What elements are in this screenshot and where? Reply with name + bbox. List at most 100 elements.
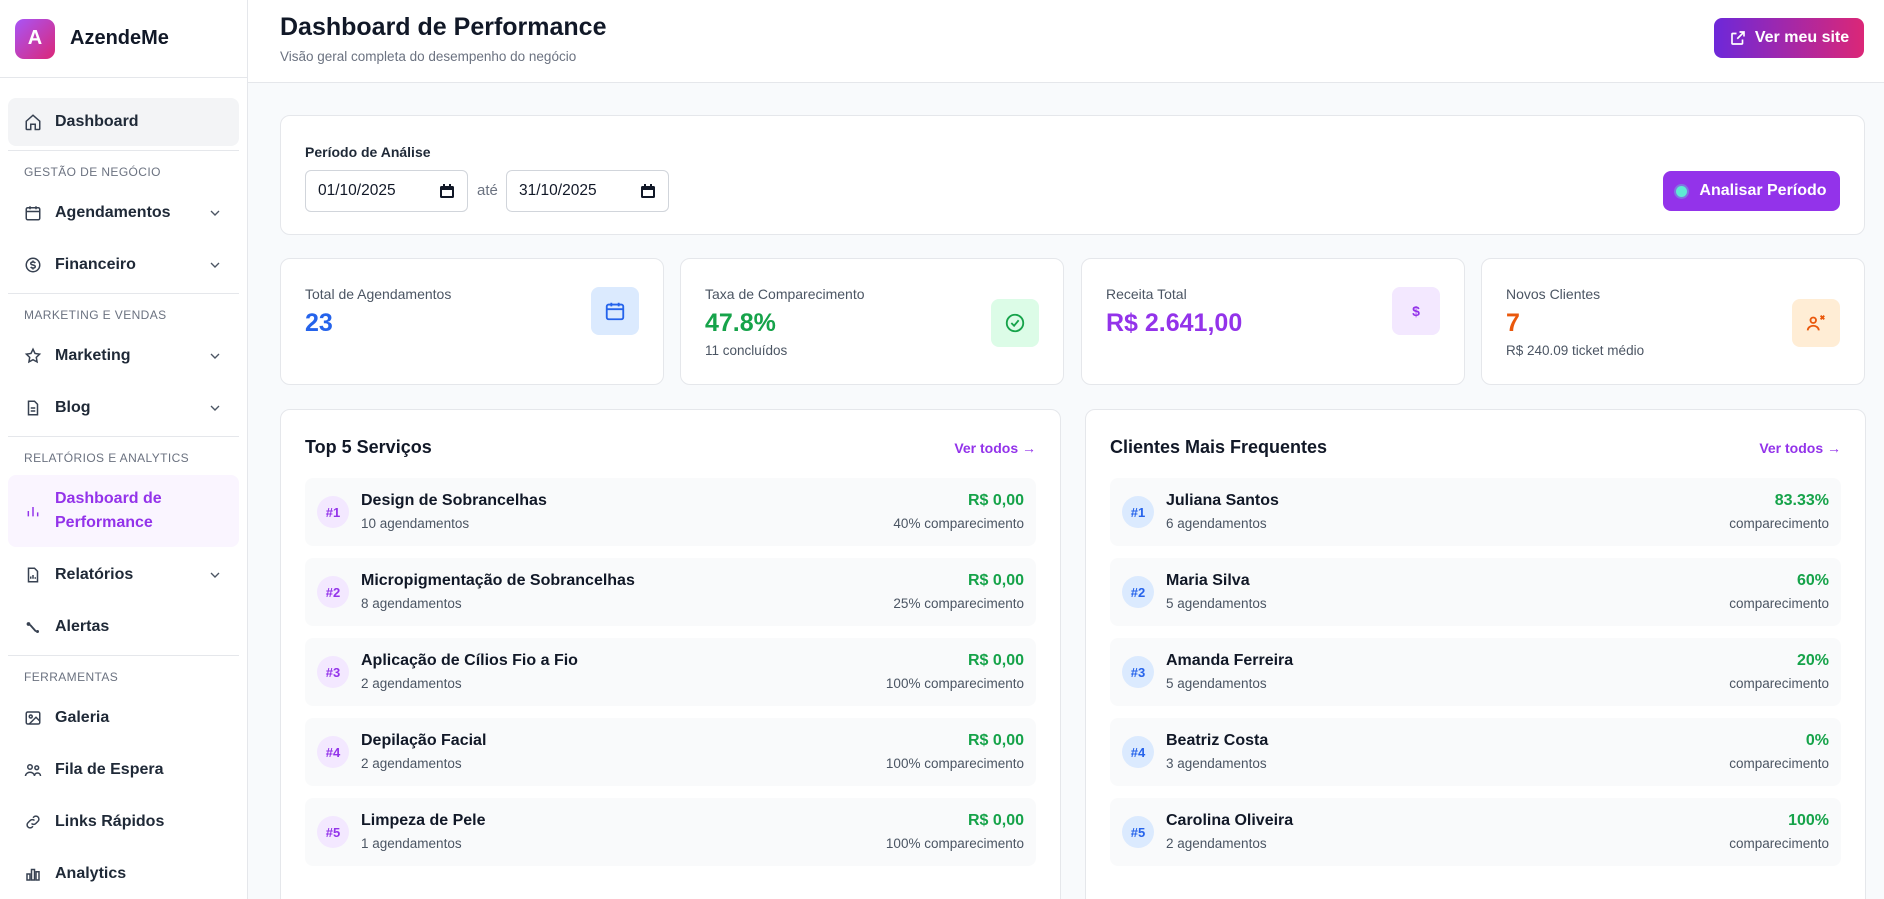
stat-sub: R$ 240.09 ticket médio	[1506, 343, 1645, 358]
client-name: Carolina Oliveira	[1166, 812, 1294, 829]
list-item[interactable]: #5 Carolina Oliveira 2 agendamentos 100%…	[1110, 798, 1841, 866]
sidebar: A AzendeMe Dashboard GESTÃO DE NEGÓCIO A…	[0, 0, 248, 899]
check-circle-icon	[991, 299, 1039, 347]
sidebar-item-label: Marketing	[55, 347, 131, 364]
service-name: Limpeza de Pele	[361, 812, 486, 829]
client-rate: 100%	[1788, 812, 1829, 829]
sidebar-nav: Dashboard GESTÃO DE NEGÓCIO Agendamentos…	[0, 78, 247, 898]
client-rate-label: comparecimento	[1729, 676, 1829, 691]
analytics-icon	[23, 864, 43, 884]
list-item[interactable]: #1 Design de Sobrancelhas 10 agendamento…	[305, 478, 1036, 546]
sidebar-item-label: Analytics	[55, 865, 127, 882]
calendar-picker-icon[interactable]	[439, 183, 455, 199]
stat-value: 23	[305, 309, 333, 337]
view-site-button[interactable]: Ver meu site	[1714, 18, 1864, 58]
home-icon	[23, 112, 43, 132]
stat-label: Receita Total	[1106, 286, 1187, 302]
clients-list: #1 Juliana Santos 6 agendamentos 83.33% …	[1110, 478, 1841, 878]
end-date-input[interactable]: 31/10/2025	[506, 170, 669, 212]
report-icon	[23, 565, 43, 585]
service-attendance: 40% comparecimento	[893, 516, 1024, 531]
see-all-services-link[interactable]: Ver todos →	[954, 440, 1036, 456]
section-ferramentas: FERRAMENTAS	[8, 655, 239, 694]
page-subtitle: Visão geral completa do desempenho do ne…	[280, 49, 577, 64]
chevron-down-icon	[210, 353, 220, 359]
client-rate: 83.33%	[1774, 492, 1829, 509]
list-item[interactable]: #1 Juliana Santos 6 agendamentos 83.33% …	[1110, 478, 1841, 546]
sidebar-item-relatorios[interactable]: Relatórios	[8, 551, 239, 599]
calendar-icon	[591, 287, 639, 335]
chevron-down-icon	[210, 572, 220, 578]
client-rate: 0%	[1805, 732, 1829, 749]
sidebar-item-financeiro[interactable]: Financeiro	[8, 241, 239, 289]
sidebar-item-label: Relatórios	[55, 566, 134, 583]
service-name: Depilação Facial	[361, 732, 487, 749]
start-date-input[interactable]: 01/10/2025	[305, 170, 468, 212]
frequent-clients-panel: Clientes Mais Frequentes Ver todos → #1 …	[1085, 409, 1866, 899]
sidebar-item-blog[interactable]: Blog	[8, 384, 239, 432]
list-item[interactable]: #3 Amanda Ferreira 5 agendamentos 20% co…	[1110, 638, 1841, 706]
rank-badge: #1	[1122, 496, 1154, 528]
stat-card-taxa-comparecimento: Taxa de Comparecimento 47.8% 11 concluíd…	[680, 258, 1064, 385]
sidebar-item-label: Agendamentos	[55, 204, 171, 221]
panel-title: Clientes Mais Frequentes	[1110, 437, 1328, 457]
service-count: 2 agendamentos	[361, 676, 462, 691]
sidebar-item-label: Alertas	[55, 618, 110, 635]
list-item[interactable]: #4 Depilação Facial 2 agendamentos R$ 0,…	[305, 718, 1036, 786]
client-rate: 20%	[1796, 652, 1829, 669]
service-revenue: R$ 0,00	[967, 652, 1024, 669]
client-rate-label: comparecimento	[1729, 836, 1829, 851]
sidebar-item-label: Links Rápidos	[55, 813, 165, 830]
service-count: 2 agendamentos	[361, 756, 462, 771]
analyze-period-label: Analisar Período	[1699, 182, 1827, 199]
sidebar-item-analytics[interactable]: Analytics	[8, 850, 239, 898]
service-revenue: R$ 0,00	[967, 572, 1024, 589]
list-item[interactable]: #3 Aplicação de Cílios Fio a Fio 2 agend…	[305, 638, 1036, 706]
chevron-down-icon	[210, 262, 220, 268]
service-revenue: R$ 0,00	[967, 732, 1024, 749]
client-count: 2 agendamentos	[1166, 836, 1267, 851]
client-name: Amanda Ferreira	[1166, 652, 1294, 669]
brand-logo: A	[15, 18, 55, 59]
sidebar-item-dashboard-performance[interactable]: Dashboard de Performance	[8, 475, 239, 547]
see-all-clients-link[interactable]: Ver todos →	[1759, 440, 1841, 456]
view-site-label: Ver meu site	[1754, 29, 1850, 46]
rank-badge: #5	[317, 816, 349, 848]
brand[interactable]: A AzendeMe	[0, 0, 247, 78]
sidebar-item-marketing[interactable]: Marketing	[8, 332, 239, 380]
stat-card-novos-clientes: Novos Clientes 7 R$ 240.09 ticket médio	[1481, 258, 1865, 385]
stat-sub: 11 concluídos	[705, 343, 788, 358]
sidebar-item-label-line2: Performance	[55, 514, 153, 531]
client-rate: 60%	[1796, 572, 1829, 589]
analyze-period-button[interactable]: Analisar Período	[1663, 171, 1840, 211]
list-item[interactable]: #5 Limpeza de Pele 1 agendamentos R$ 0,0…	[305, 798, 1036, 866]
service-name: Micropigmentação de Sobrancelhas	[361, 572, 635, 589]
top-services-panel: Top 5 Serviços Ver todos → #1 Design de …	[280, 409, 1061, 899]
alert-icon	[23, 617, 43, 637]
page-title: Dashboard de Performance	[280, 13, 607, 41]
star-icon	[23, 346, 43, 366]
section-gestao: GESTÃO DE NEGÓCIO	[8, 150, 239, 189]
sidebar-item-galeria[interactable]: Galeria	[8, 694, 239, 742]
list-item[interactable]: #2 Micropigmentação de Sobrancelhas 8 ag…	[305, 558, 1036, 626]
service-revenue: R$ 0,00	[967, 492, 1024, 509]
external-link-icon	[1731, 31, 1745, 45]
sidebar-item-alertas[interactable]: Alertas	[8, 603, 239, 651]
list-item[interactable]: #2 Maria Silva 5 agendamentos 60% compar…	[1110, 558, 1841, 626]
section-relatorios: RELATÓRIOS E ANALYTICS	[8, 436, 239, 475]
calendar-picker-icon[interactable]	[640, 183, 656, 199]
rank-badge: #5	[1122, 816, 1154, 848]
client-count: 3 agendamentos	[1166, 756, 1267, 771]
sidebar-item-fila-espera[interactable]: Fila de Espera	[8, 746, 239, 794]
stat-value: 7	[1506, 309, 1520, 337]
sidebar-item-dashboard[interactable]: Dashboard	[8, 98, 239, 146]
dollar-circle-icon	[23, 255, 43, 275]
users-icon	[23, 760, 43, 780]
service-attendance: 100% comparecimento	[885, 836, 1024, 851]
sidebar-item-agendamentos[interactable]: Agendamentos	[8, 189, 239, 237]
rank-badge: #2	[1122, 576, 1154, 608]
service-count: 1 agendamentos	[361, 836, 462, 851]
list-item[interactable]: #4 Beatriz Costa 3 agendamentos 0% compa…	[1110, 718, 1841, 786]
client-count: 5 agendamentos	[1166, 676, 1267, 691]
sidebar-item-links-rapidos[interactable]: Links Rápidos	[8, 798, 239, 846]
